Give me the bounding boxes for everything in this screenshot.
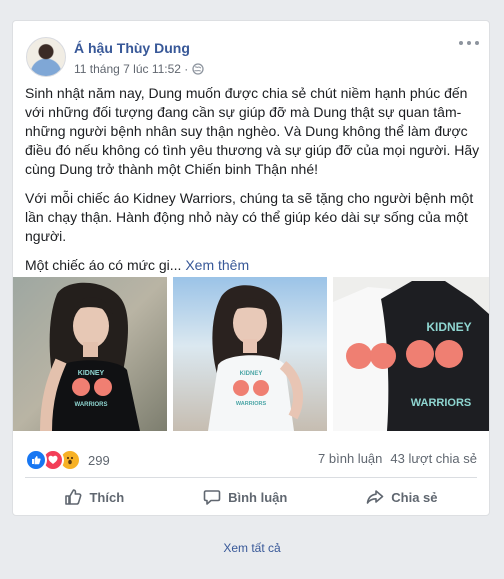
photo-2[interactable]: KIDNEY WARRIORS: [173, 277, 327, 431]
photo-3[interactable]: KIDNEY WARRIORS: [333, 277, 489, 431]
post-actions: Thích Bình luận Chia sẻ: [25, 481, 477, 513]
shirt-text-bottom: WARRIORS: [236, 401, 267, 407]
shirt-text-top: KIDNEY: [78, 370, 105, 377]
comment-button[interactable]: Bình luận: [203, 488, 287, 506]
photo-grid: KIDNEY WARRIORS KIDNEY WARRIORS KIDNEY W…: [13, 277, 489, 431]
engagement-stats: 7 bình luận 43 lượt chia sẻ: [318, 451, 477, 466]
share-icon: [366, 490, 384, 504]
more-options-icon[interactable]: [459, 37, 479, 49]
photo-1[interactable]: KIDNEY WARRIORS: [13, 277, 167, 431]
thumbs-up-icon: [65, 489, 82, 505]
shirt-text-top: KIDNEY: [240, 371, 263, 377]
post-meta: 11 tháng 7 lúc 11:52 ·: [74, 62, 204, 76]
shirts-photo-image: KIDNEY WARRIORS: [333, 277, 489, 431]
author-avatar[interactable]: [26, 37, 66, 77]
like-button[interactable]: Thích: [64, 488, 124, 506]
shirt-text-bottom: WARRIORS: [411, 397, 472, 409]
comment-count[interactable]: 7 bình luận: [318, 451, 382, 466]
post-text: Sinh nhật năm nay, Dung muốn được chia s…: [25, 84, 481, 285]
reaction-count: 299: [88, 452, 110, 468]
post-timestamp[interactable]: 11 tháng 7 lúc 11:52 ·: [74, 62, 188, 76]
post-paragraph: Với mỗi chiếc áo Kidney Warriors, chúng …: [25, 190, 474, 244]
post-paragraph: Một chiếc áo có mức gi... Xem thêm: [25, 256, 481, 275]
post-card: Á hậu Thùy Dung 11 tháng 7 lúc 11:52 · S…: [12, 20, 490, 516]
shirt-text-top: KIDNEY: [426, 320, 471, 334]
see-more-link[interactable]: Xem thêm: [185, 257, 249, 273]
model-photo-image: KIDNEY WARRIORS: [13, 277, 167, 431]
like-label: Thích: [89, 489, 125, 505]
share-label: Chia sẻ: [391, 489, 438, 505]
reaction-summary[interactable]: 299: [25, 449, 110, 471]
globe-icon: [192, 63, 204, 75]
shirt-text-bottom: WARRIORS: [75, 402, 108, 408]
truncated-text: Một chiếc áo có mức gi...: [25, 257, 182, 273]
like-icon: [25, 449, 47, 471]
comment-icon: [203, 490, 221, 505]
action-divider: [25, 477, 477, 478]
see-all-link[interactable]: Xem tất cả: [0, 541, 504, 555]
model-photo-image: KIDNEY WARRIORS: [173, 277, 327, 431]
author-name[interactable]: Á hậu Thùy Dung: [74, 40, 190, 56]
share-button[interactable]: Chia sẻ: [366, 488, 438, 506]
comment-label: Bình luận: [228, 489, 288, 505]
post-paragraph: Sinh nhật năm nay, Dung muốn được chia s…: [25, 85, 480, 177]
share-count[interactable]: 43 lượt chia sẻ: [390, 451, 477, 466]
